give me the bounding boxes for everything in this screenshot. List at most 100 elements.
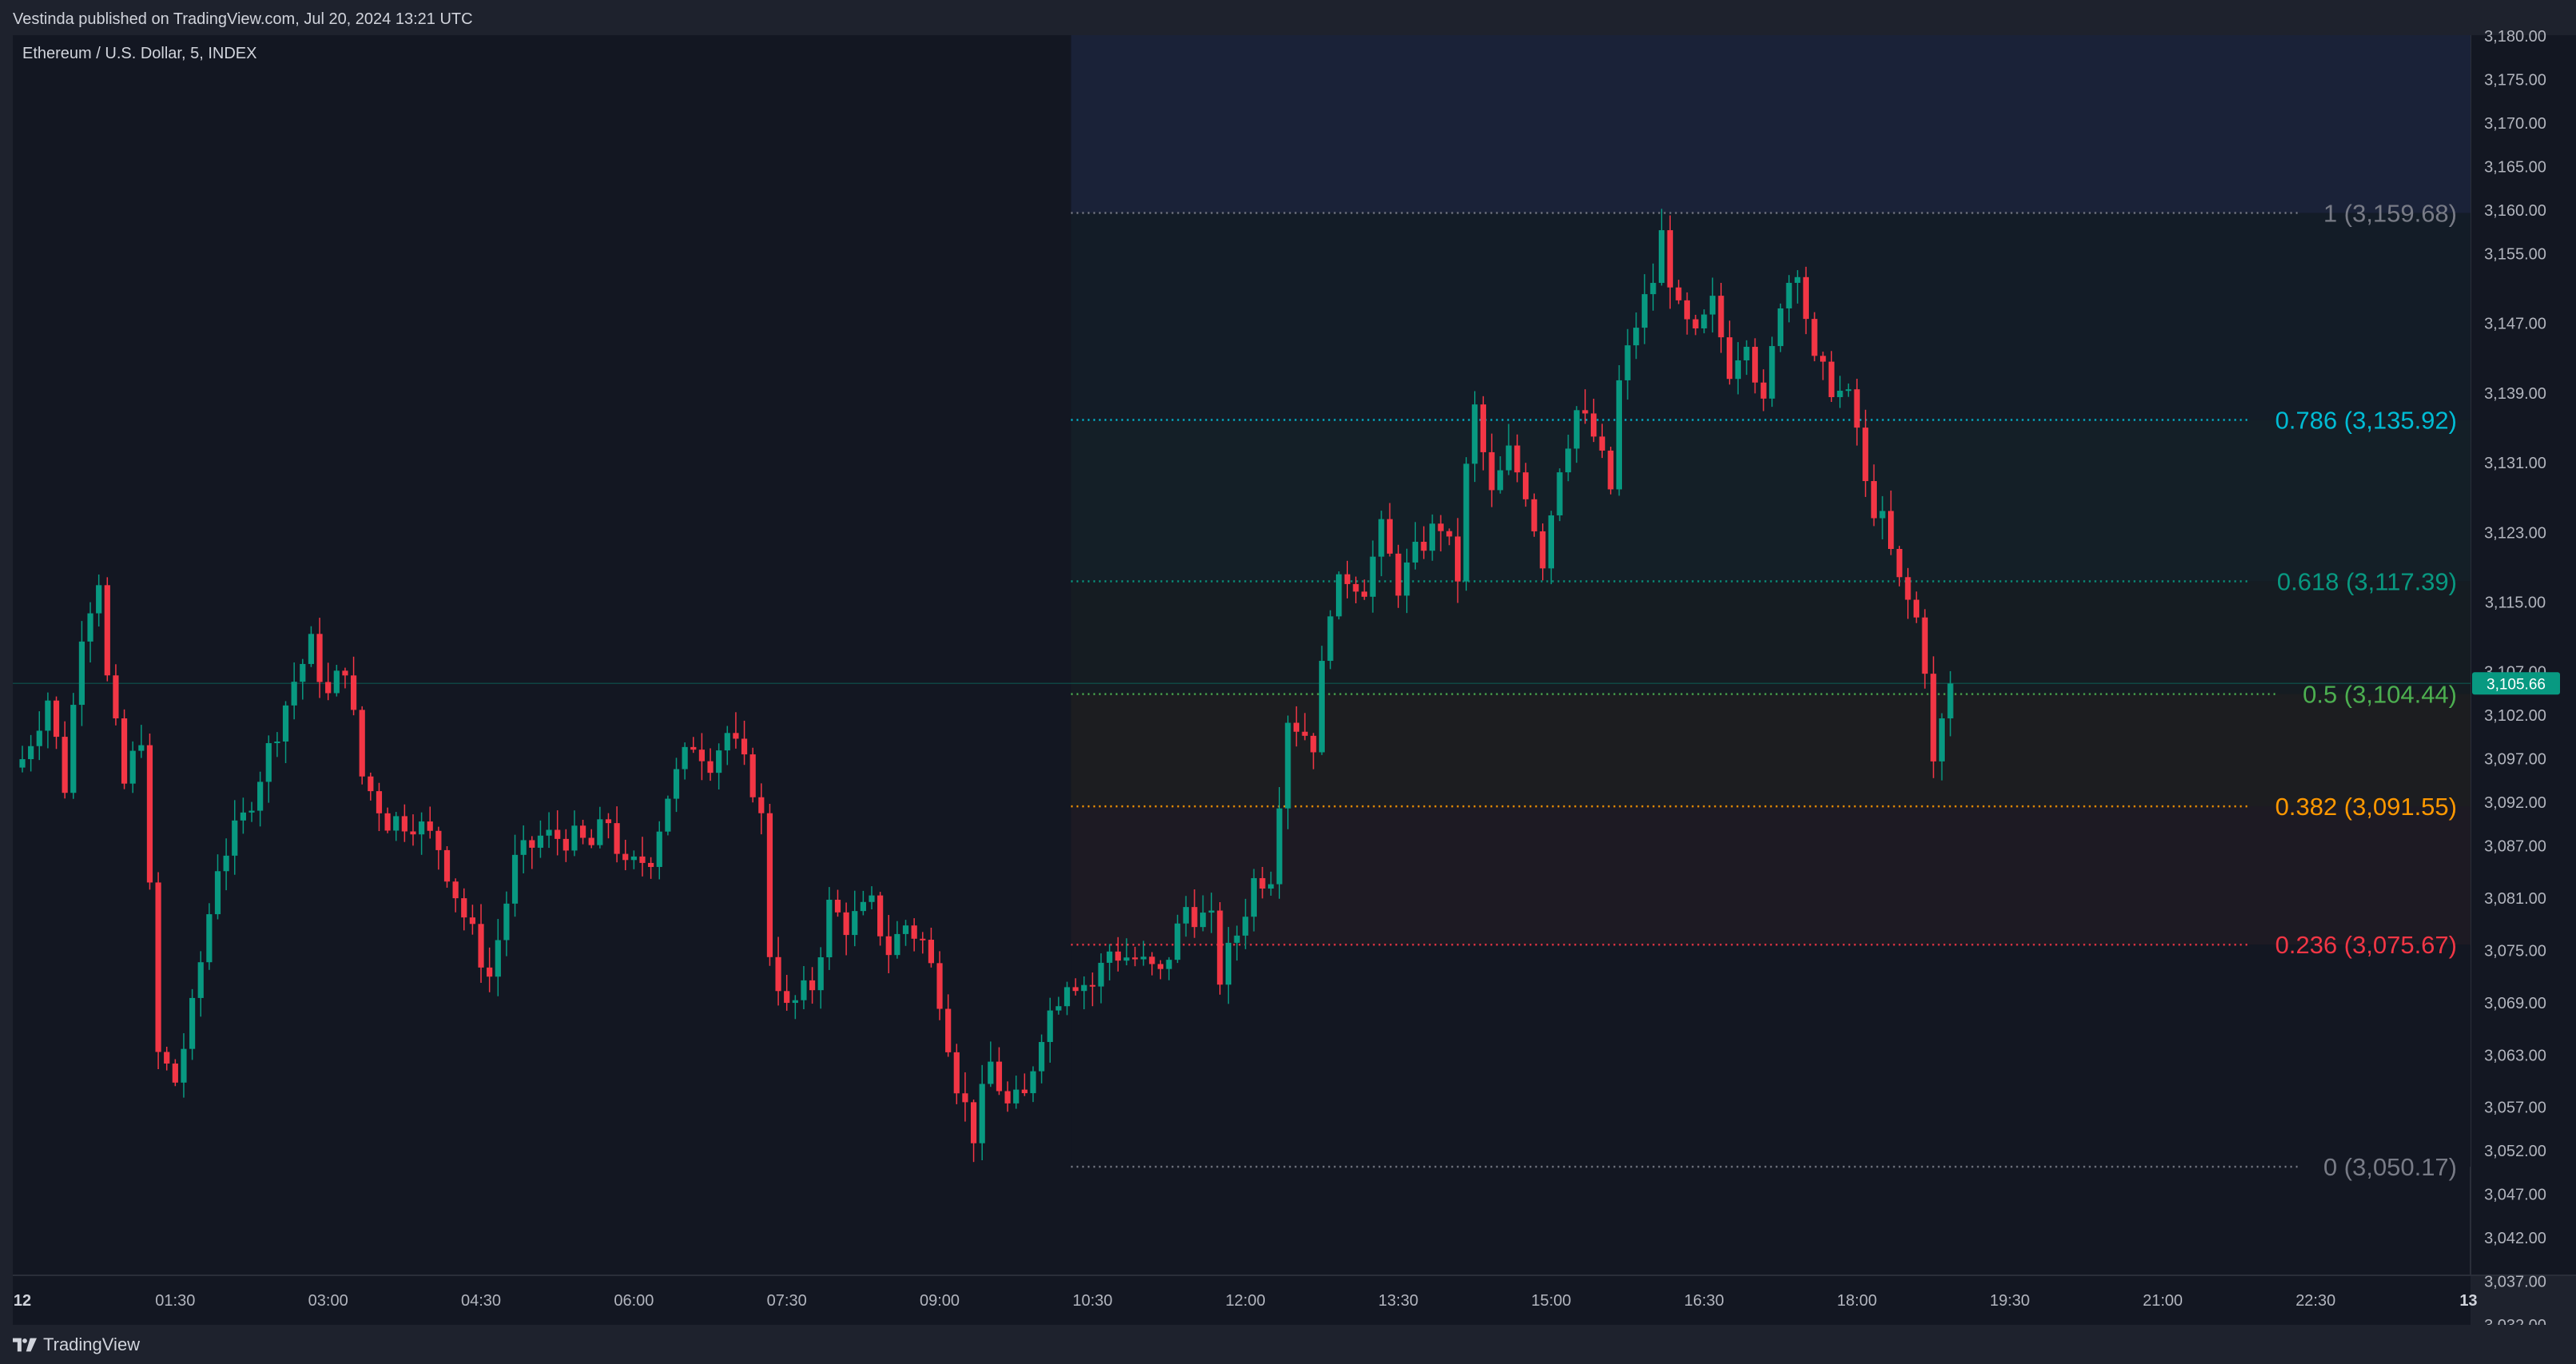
candle-body bbox=[121, 718, 128, 784]
candle-body bbox=[1446, 531, 1453, 537]
price-tick-label: 3,165.00 bbox=[2484, 159, 2546, 177]
candle-body bbox=[1234, 935, 1240, 943]
candle-body bbox=[902, 925, 909, 934]
candle-body bbox=[384, 813, 391, 831]
candle-body bbox=[1013, 1089, 1020, 1104]
price-tick-label: 3,042.00 bbox=[2484, 1230, 2546, 1247]
candle-body bbox=[1751, 347, 1759, 383]
current-price-tag[interactable]: 3,105.66 bbox=[2472, 672, 2560, 695]
candle-body bbox=[1514, 445, 1521, 473]
time-tick-label: 13:30 bbox=[1378, 1292, 1418, 1310]
candle-body bbox=[1081, 984, 1087, 992]
time-tick-label: 21:00 bbox=[2143, 1292, 2183, 1310]
candle-body bbox=[843, 912, 849, 936]
candle-body bbox=[988, 1061, 994, 1084]
candle-body bbox=[1072, 987, 1079, 992]
candle-body bbox=[1811, 319, 1818, 356]
candle-body bbox=[1522, 472, 1529, 499]
candle-body bbox=[784, 991, 790, 1004]
candle-body bbox=[1047, 1010, 1053, 1043]
fib-level-label-0.382: 0.382 (3,091.55) bbox=[2275, 793, 2457, 821]
candle-body bbox=[555, 829, 561, 839]
candle-body bbox=[1505, 445, 1512, 471]
tradingview-logo[interactable]: TradingView bbox=[13, 1334, 140, 1355]
candle-body bbox=[164, 1052, 170, 1064]
candle-body bbox=[749, 754, 756, 797]
price-tick-label: 3,175.00 bbox=[2484, 72, 2546, 89]
candle-body bbox=[104, 585, 110, 676]
candle-body bbox=[461, 898, 467, 918]
candle-body bbox=[1701, 314, 1707, 328]
candle-body bbox=[1386, 519, 1393, 554]
candle-body bbox=[529, 840, 535, 848]
candle-body bbox=[1837, 390, 1843, 397]
candle-body bbox=[240, 812, 246, 821]
price-tick-label: 3,081.00 bbox=[2484, 890, 2546, 908]
candle-body bbox=[19, 759, 26, 768]
candle-body bbox=[962, 1093, 968, 1103]
candle-body bbox=[945, 1008, 952, 1052]
candle-body bbox=[673, 769, 680, 799]
candle-body bbox=[350, 675, 357, 710]
candle-body bbox=[1718, 296, 1724, 338]
price-tick-label: 3,052.00 bbox=[2484, 1143, 2546, 1160]
fib-level-label-0.236: 0.236 (3,075.67) bbox=[2275, 931, 2457, 959]
candle-body bbox=[1480, 404, 1486, 452]
candle-body bbox=[953, 1052, 960, 1094]
candle-body bbox=[571, 825, 578, 851]
candle-body bbox=[970, 1102, 977, 1143]
candle-body bbox=[1131, 957, 1139, 960]
candle-body bbox=[1115, 951, 1121, 961]
time-tick-label: 07:30 bbox=[767, 1292, 807, 1310]
candle-body bbox=[1302, 731, 1308, 736]
candle-body bbox=[181, 1048, 187, 1083]
candle-body bbox=[1870, 481, 1877, 519]
candle-body bbox=[546, 829, 552, 836]
candle-body bbox=[1361, 591, 1368, 597]
price-axis-panel[interactable] bbox=[2471, 35, 2576, 1275]
candle-body bbox=[53, 700, 60, 738]
candle-body bbox=[936, 963, 943, 1009]
time-tick-label: 22:30 bbox=[2296, 1292, 2335, 1310]
candle-body bbox=[1318, 661, 1325, 753]
candle-body bbox=[393, 816, 400, 831]
candle-body bbox=[1938, 718, 1945, 762]
tradingview-brand-label: TradingView bbox=[43, 1334, 141, 1354]
candle-body bbox=[1063, 987, 1071, 1007]
candle-body bbox=[1021, 1089, 1028, 1094]
candle-body bbox=[690, 746, 697, 750]
candlestick-chart[interactable]: 1 (3,159.68) 0.786 (3,135.92) 0.618 (3,117… bbox=[0, 0, 2576, 1364]
candle-body bbox=[682, 746, 688, 769]
candle-body bbox=[197, 962, 204, 998]
candle-body bbox=[503, 903, 510, 940]
candle-body bbox=[45, 700, 51, 731]
price-tick-label: 3,102.00 bbox=[2484, 707, 2546, 725]
candle-body bbox=[410, 831, 416, 835]
candle-body bbox=[928, 940, 935, 964]
candle-body bbox=[129, 750, 136, 784]
candle-body bbox=[427, 821, 433, 831]
candle-body bbox=[1336, 574, 1342, 617]
candle-body bbox=[1225, 942, 1232, 985]
candle-body bbox=[1667, 230, 1673, 288]
candle-body bbox=[1888, 511, 1894, 549]
candle-body bbox=[300, 663, 306, 682]
candle-body bbox=[563, 838, 569, 851]
candle-body bbox=[716, 750, 722, 773]
price-tick-label: 3,097.00 bbox=[2484, 751, 2546, 769]
candle-body bbox=[248, 810, 255, 813]
price-tick-label: 3,139.00 bbox=[2484, 385, 2546, 403]
price-tick-label: 3,075.00 bbox=[2484, 943, 2546, 960]
candle-body bbox=[1760, 382, 1767, 399]
candle-body bbox=[792, 1000, 798, 1004]
fib-level-label-0.618: 0.618 (3,117.39) bbox=[2277, 567, 2457, 595]
fib-zone-0.236 bbox=[1071, 944, 2471, 1167]
candle-body bbox=[1777, 308, 1784, 347]
candle-body bbox=[1276, 808, 1282, 885]
chart-title: Ethereum / U.S. Dollar, 5, INDEX bbox=[22, 45, 256, 62]
candle-body bbox=[1039, 1042, 1045, 1072]
candle-body bbox=[419, 821, 425, 835]
candle-body bbox=[1769, 346, 1775, 399]
candle-body bbox=[1692, 319, 1699, 328]
candle-body bbox=[1098, 962, 1104, 987]
